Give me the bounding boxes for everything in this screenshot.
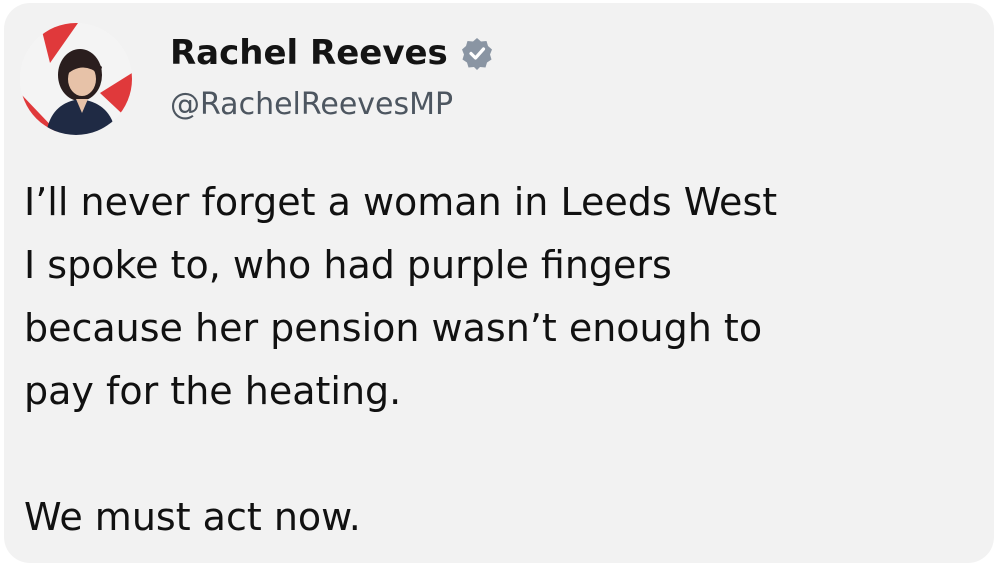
author-name[interactable]: Rachel Reeves (170, 31, 448, 75)
tweet-closing-line: We must act now. (24, 495, 361, 539)
verified-badge-icon (461, 38, 492, 70)
tweet-text: I’ll never forget a woman in Leeds West … (24, 171, 984, 549)
tweet-text-line: pay for the heating. (24, 369, 402, 413)
author-handle[interactable]: @RachelReevesMP (170, 85, 453, 125)
tweet-card: Rachel Reeves @RachelReevesMP I’ll never… (4, 3, 994, 563)
tweet-text-line: because her pension wasn’t enough to (24, 306, 763, 350)
profile-photo-icon (20, 23, 132, 135)
tweet-text-line: I’ll never forget a woman in Leeds West (24, 180, 778, 224)
author-name-row: Rachel Reeves (170, 31, 494, 75)
tweet-text-line: I spoke to, who had purple fingers (24, 243, 672, 287)
author-avatar[interactable] (20, 23, 132, 135)
